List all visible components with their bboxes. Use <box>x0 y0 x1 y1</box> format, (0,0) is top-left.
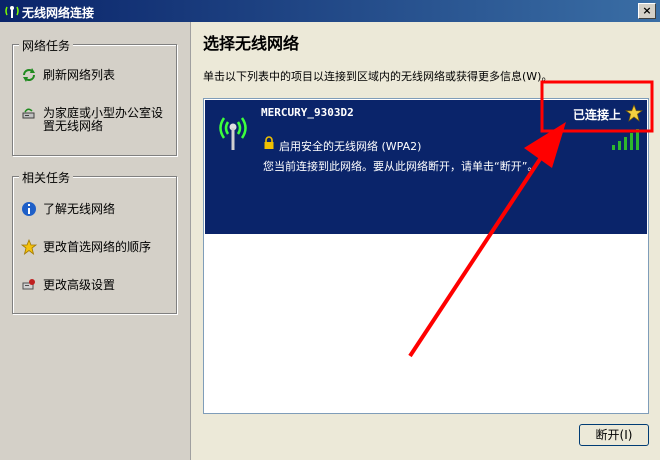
window-title: 无线网络连接 <box>22 6 95 20</box>
connection-info-text: 您当前连接到此网络。要从此网络断开，请单击“断开”。 <box>263 160 539 173</box>
change-advanced-settings-task[interactable]: 更改高级设置 <box>21 277 171 295</box>
title-bar[interactable]: 无线网络连接 × <box>0 0 660 22</box>
instructions-text: 单击以下列表中的项目以连接到区域内的无线网络或获得更多信息(W)。 <box>203 70 553 83</box>
setup-home-network-label-line2: 置无线网络 <box>43 119 104 133</box>
wireless-icon <box>5 6 19 18</box>
settings-icon <box>22 279 35 290</box>
change-advanced-settings-label: 更改高级设置 <box>43 278 116 292</box>
security-text: 启用安全的无线网络 (WPA2) <box>279 140 422 153</box>
network-tasks-group: 网络任务 刷新网络列表 为家庭或小型办公室设 置无线网络 <box>12 37 177 156</box>
page-title: 选择无线网络 <box>203 34 300 53</box>
star-icon <box>21 239 37 255</box>
network-tasks-title: 网络任务 <box>19 37 74 54</box>
wireless-antenna-icon <box>219 117 247 150</box>
related-tasks-title: 相关任务 <box>19 169 74 186</box>
network-list-pane: 选择无线网络 单击以下列表中的项目以连接到区域内的无线网络或获得更多信息(W)。… <box>190 22 660 460</box>
network-list-item-selected[interactable]: MERCURY_9303D2 已连接上 启用安全的无线网络 (WPA2) 您当前… <box>205 100 647 234</box>
refresh-icon <box>23 68 35 82</box>
related-tasks-group: 相关任务 了解无线网络 更改首选网络的顺序 更改高级设置 <box>12 169 177 314</box>
signal-strength-icon <box>612 129 639 150</box>
wireless-connection-window: 无线网络连接 × 网络任务 刷新网络列表 为家庭或小型办公室设 置无线网络 相关… <box>0 0 660 460</box>
refresh-network-list-label: 刷新网络列表 <box>43 68 116 82</box>
connection-status: 已连接上 <box>572 108 621 122</box>
refresh-network-list-task[interactable]: 刷新网络列表 <box>21 67 171 85</box>
task-pane: 网络任务 刷新网络列表 为家庭或小型办公室设 置无线网络 相关任务 了解无线网络… <box>0 22 190 460</box>
disconnect-button[interactable]: 断开(I) <box>579 424 649 446</box>
wireless-network-list[interactable]: MERCURY_9303D2 已连接上 启用安全的无线网络 (WPA2) 您当前… <box>203 98 649 414</box>
preferred-star-icon <box>625 104 643 122</box>
learn-wireless-label: 了解无线网络 <box>43 202 116 216</box>
close-button[interactable]: × <box>638 3 656 19</box>
setup-home-network-task[interactable]: 为家庭或小型办公室设 置无线网络 <box>21 105 171 139</box>
change-preferred-order-label: 更改首选网络的顺序 <box>43 240 152 254</box>
network-ssid: MERCURY_9303D2 <box>261 106 354 119</box>
info-icon <box>22 202 36 216</box>
change-preferred-order-task[interactable]: 更改首选网络的顺序 <box>21 239 171 257</box>
lock-icon <box>264 136 274 149</box>
learn-wireless-task[interactable]: 了解无线网络 <box>21 201 171 219</box>
home-network-icon <box>22 108 35 119</box>
setup-home-network-label-line1: 为家庭或小型办公室设 <box>43 106 164 120</box>
